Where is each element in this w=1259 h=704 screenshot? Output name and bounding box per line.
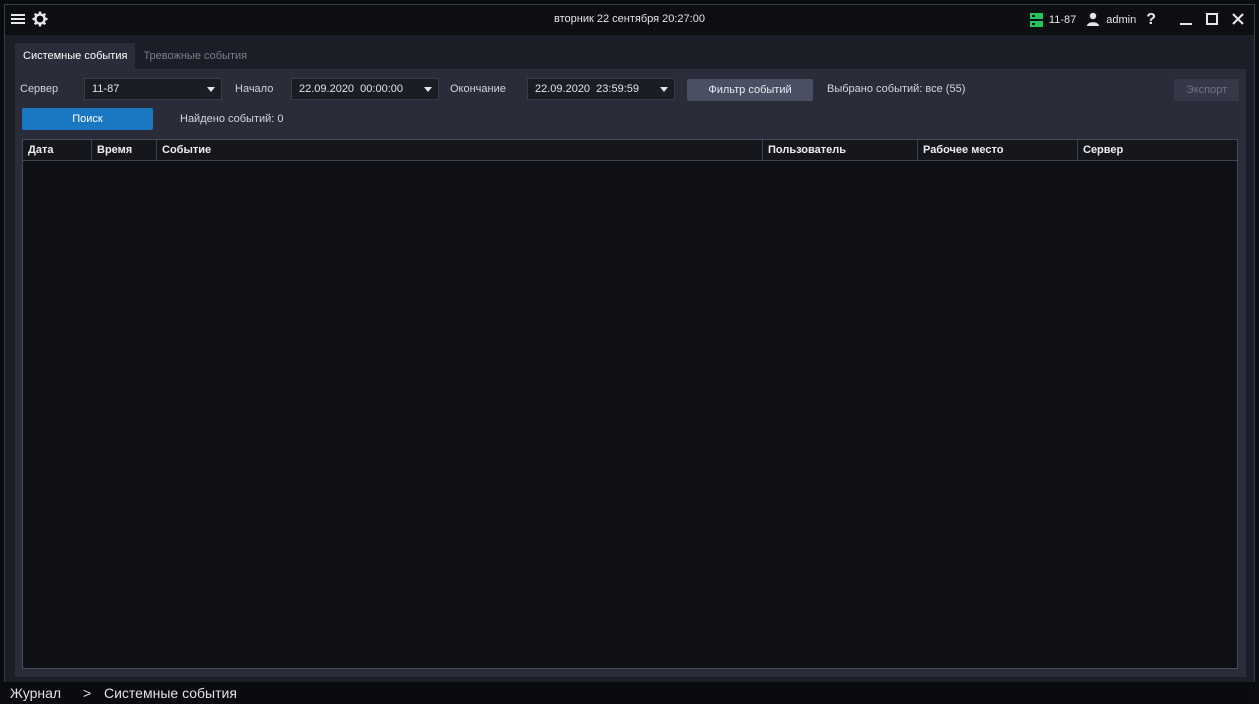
column-header-workstation[interactable]: Рабочее место bbox=[918, 140, 1078, 161]
events-panel: Сервер 11-87 Начало 22.09.2020 00:00:00 … bbox=[15, 69, 1246, 677]
close-icon[interactable] bbox=[1228, 12, 1248, 29]
breadcrumb: Журнал > Системные события bbox=[4, 682, 1255, 704]
minimize-icon[interactable] bbox=[1176, 12, 1196, 29]
start-datetime-value: 22.09.2020 00:00:00 bbox=[299, 83, 403, 95]
tab-system-events[interactable]: Системные события bbox=[15, 43, 136, 69]
column-header-time[interactable]: Время bbox=[92, 140, 157, 161]
title-bar: вторник 22 сентября 20:27:00 11-87 admin… bbox=[5, 5, 1254, 35]
server-name[interactable]: 11-87 bbox=[1049, 14, 1076, 26]
found-events-count: Найдено событий: 0 bbox=[180, 113, 284, 125]
maximize-icon[interactable] bbox=[1202, 12, 1222, 29]
server-select[interactable]: 11-87 bbox=[84, 78, 222, 100]
title-bar-right: 11-87 admin ? bbox=[1029, 10, 1248, 30]
user-name[interactable]: admin bbox=[1106, 14, 1136, 26]
event-tabs: Системные события Тревожные события bbox=[15, 43, 255, 69]
column-header-date[interactable]: Дата bbox=[23, 140, 92, 161]
tab-alarm-events[interactable]: Тревожные события bbox=[135, 43, 255, 69]
selected-events-count: Выбрано событий: все (55) bbox=[827, 83, 966, 95]
end-datetime-picker[interactable]: 22.09.2020 23:59:59 bbox=[527, 78, 675, 100]
server-label: Сервер bbox=[20, 83, 59, 95]
chevron-down-icon bbox=[424, 87, 432, 92]
table-body bbox=[23, 162, 1237, 668]
end-label: Окончание bbox=[450, 83, 506, 95]
export-button[interactable]: Экспорт bbox=[1174, 79, 1239, 101]
column-header-server[interactable]: Сервер bbox=[1078, 140, 1239, 161]
user-icon bbox=[1086, 12, 1100, 29]
start-datetime-picker[interactable]: 22.09.2020 00:00:00 bbox=[291, 78, 439, 100]
column-header-event[interactable]: Событие bbox=[157, 140, 763, 161]
breadcrumb-root[interactable]: Журнал bbox=[10, 685, 61, 701]
chevron-down-icon bbox=[207, 87, 215, 92]
breadcrumb-separator: > bbox=[83, 685, 92, 701]
app-window: вторник 22 сентября 20:27:00 11-87 admin… bbox=[4, 4, 1255, 704]
end-datetime-value: 22.09.2020 23:59:59 bbox=[535, 83, 639, 95]
server-icon bbox=[1029, 13, 1043, 27]
breadcrumb-current: Системные события bbox=[104, 685, 237, 701]
help-icon[interactable]: ? bbox=[1146, 11, 1156, 29]
chevron-down-icon bbox=[660, 87, 668, 92]
column-header-user[interactable]: Пользователь bbox=[763, 140, 918, 161]
start-label: Начало bbox=[235, 83, 274, 95]
table-header: Дата Время Событие Пользователь Рабочее … bbox=[23, 140, 1237, 161]
events-table: Дата Время Событие Пользователь Рабочее … bbox=[22, 139, 1238, 669]
server-select-value: 11-87 bbox=[92, 83, 120, 95]
search-button[interactable]: Поиск bbox=[22, 108, 153, 130]
event-filter-button[interactable]: Фильтр событий bbox=[687, 79, 813, 101]
